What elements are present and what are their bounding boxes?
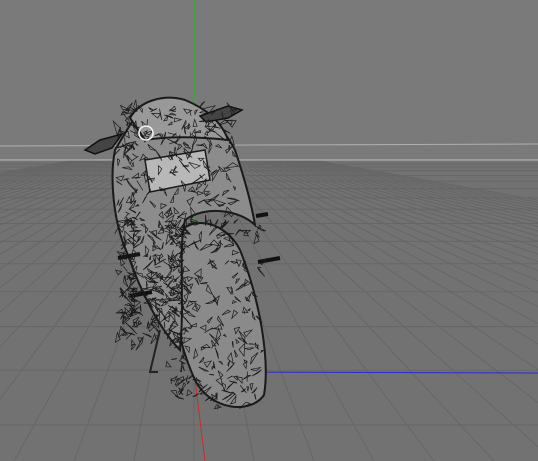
viewport-canvas[interactable] [0, 0, 538, 461]
right-lever [255, 212, 269, 218]
mesh-triangle [257, 344, 259, 349]
viewport-background [0, 0, 538, 160]
mesh-triangle [131, 310, 133, 317]
3d-viewport[interactable] [0, 0, 538, 461]
